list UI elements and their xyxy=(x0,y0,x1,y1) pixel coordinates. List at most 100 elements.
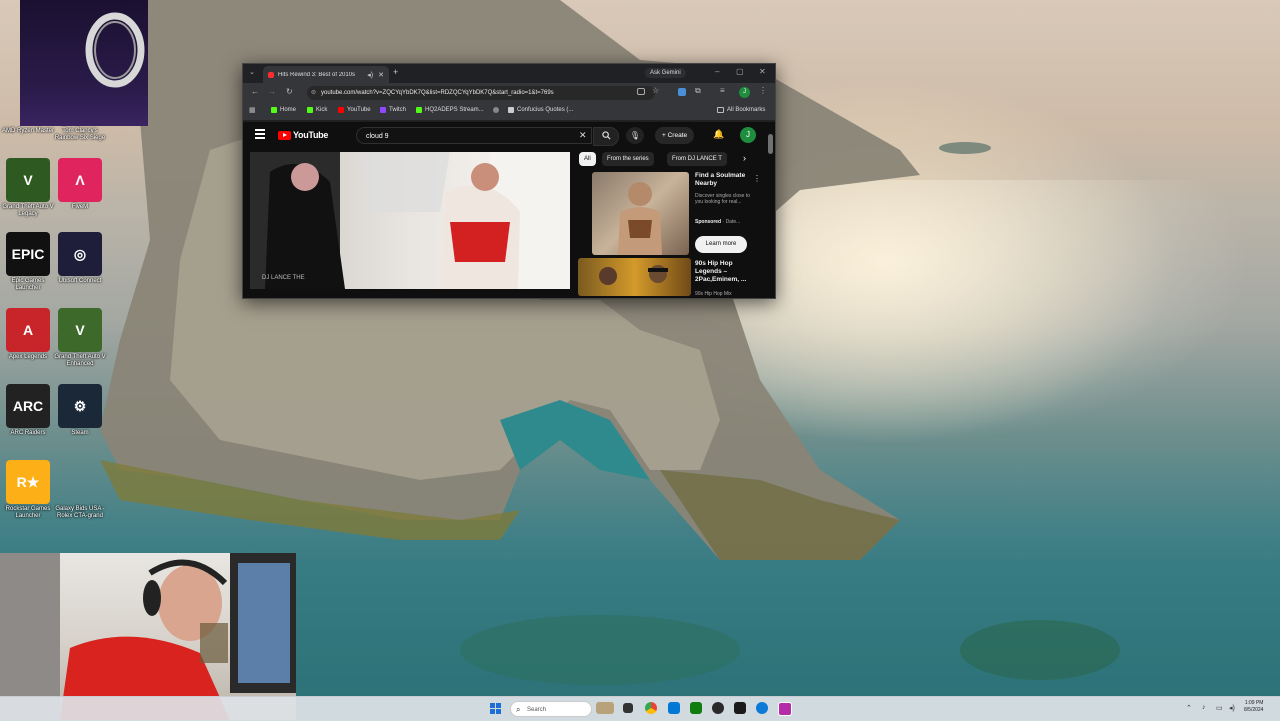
streamer-video xyxy=(0,553,296,720)
rec-channel[interactable]: 90s Hip Hop Mix xyxy=(695,291,732,297)
apps-grid-icon[interactable]: ▦ xyxy=(249,106,256,114)
close-window-icon[interactable]: ✕ xyxy=(759,67,766,76)
desktop-icon[interactable]: ◎ Ubisoft Connect xyxy=(52,232,108,285)
site-info-icon[interactable]: ⊜ xyxy=(311,86,316,100)
terminal-icon[interactable] xyxy=(734,702,746,714)
bookmark-youtube[interactable]: YouTube xyxy=(338,107,371,113)
forward-icon[interactable]: → xyxy=(268,87,276,96)
media-control-icon[interactable]: ≡ xyxy=(720,86,725,95)
desktop-icon[interactable]: ARC ARC Raiders xyxy=(0,384,56,437)
desktop-icon[interactable]: R★ Rockstar Games Launcher xyxy=(0,460,56,520)
maximize-icon[interactable]: ▢ xyxy=(736,67,744,76)
desktop-icon[interactable]: V Grand Theft Auto V Enhanced xyxy=(52,308,108,368)
chevron-right-icon[interactable]: › xyxy=(743,153,746,163)
learn-more-button[interactable]: Learn more xyxy=(695,236,747,253)
reload-icon[interactable]: ↻ xyxy=(286,87,293,96)
address-bar[interactable]: ⊜ youtube.com/watch?v=ZQCYqYbDK7Q&list=R… xyxy=(307,86,655,100)
clear-search-icon[interactable]: ✕ xyxy=(579,130,587,141)
extension-icon[interactable] xyxy=(678,88,686,96)
youtube-favicon-icon xyxy=(268,71,274,78)
cast-icon[interactable] xyxy=(637,88,645,95)
ad-title[interactable]: Find a Soulmate Nearby xyxy=(695,172,751,188)
bookmark-label: Twitch xyxy=(389,107,407,113)
mic-tray-icon[interactable]: ♪ xyxy=(1202,704,1206,711)
youtube-logo[interactable]: YouTube xyxy=(278,130,328,140)
chrome-profile-avatar[interactable]: J xyxy=(739,87,750,98)
video-player[interactable]: DJ LANCE THE xyxy=(250,152,570,289)
guide-menu-icon[interactable] xyxy=(255,129,265,141)
desktop-icon[interactable]: ⚙ Steam xyxy=(52,384,108,437)
tray-chevron-icon[interactable]: ⌃ xyxy=(1186,704,1192,712)
rec-title[interactable]: 90s Hip Hop Legends – 2Pac,Eminem, ... xyxy=(695,260,755,284)
ad-menu-dots-icon[interactable]: ⋮ xyxy=(753,174,761,183)
desktop-icon[interactable]: V Grand Theft Auto V Legacy xyxy=(0,158,56,218)
bookmarks-bar: ▦ Home Kick YouTube Twitch HQ2ADEPS Stre… xyxy=(243,103,775,121)
clock-date: 8/5/2024 xyxy=(1244,707,1264,713)
minimize-icon[interactable]: – xyxy=(715,67,719,76)
edge-icon[interactable] xyxy=(756,702,768,714)
copilot-icon[interactable] xyxy=(668,702,680,714)
obs-icon[interactable] xyxy=(712,702,724,714)
new-tab-button[interactable]: + xyxy=(393,67,398,77)
rec-thumbnail[interactable] xyxy=(578,258,691,296)
taskbar: ⌕ Search ⌃ ♪ ▭ ◂) 1:09 PM 8/5/2024 xyxy=(0,696,1280,721)
bookmark-label: Kick xyxy=(316,107,328,113)
speaker-icon[interactable]: ◂) xyxy=(367,71,373,79)
chrome-icon[interactable] xyxy=(645,702,657,714)
search-icon xyxy=(601,131,611,140)
kick-icon xyxy=(416,107,422,113)
widgets-icon[interactable] xyxy=(596,702,614,714)
create-button[interactable]: + Create xyxy=(655,127,695,144)
network-icon[interactable]: ▭ xyxy=(1216,704,1223,712)
windows-start-icon[interactable] xyxy=(490,703,501,714)
bookmark-kick[interactable]: Kick xyxy=(307,107,327,113)
search-button[interactable] xyxy=(593,127,619,146)
chip-from-channel[interactable]: From DJ LANCE T xyxy=(667,152,727,166)
bookmark-confucius[interactable]: Confucius Quotes (... xyxy=(508,107,573,113)
bookmark-hq2adeps[interactable]: HQ2ADEPS Stream... xyxy=(416,107,484,113)
desktop-icon[interactable]: Λ FiveM xyxy=(52,158,108,211)
youtube-wordmark: YouTube xyxy=(293,130,329,140)
ad-image xyxy=(618,182,662,255)
desktop-icon-label: Ubisoft Connect xyxy=(58,278,102,284)
task-view-icon[interactable] xyxy=(623,703,633,713)
active-app-icon[interactable] xyxy=(778,702,792,716)
ask-gemini-button[interactable]: Ask Gemini xyxy=(645,68,686,78)
app-icon: V xyxy=(58,308,102,352)
ad-thumbnail[interactable] xyxy=(592,172,689,255)
volume-icon[interactable]: ◂) xyxy=(1229,704,1235,712)
menu-dots-icon[interactable]: ⋮ xyxy=(759,86,767,95)
chrome-window: ⌄ Hits Rewind 3: Best of 2010s ◂) ✕ + As… xyxy=(242,63,776,299)
chip-all[interactable]: All xyxy=(579,152,596,166)
taskbar-search[interactable]: ⌕ Search xyxy=(510,701,592,717)
account-avatar[interactable]: J xyxy=(740,127,756,143)
app-icon: EPIC xyxy=(6,232,50,276)
bookmark-globe[interactable] xyxy=(493,107,502,113)
all-bookmarks[interactable]: All Bookmarks xyxy=(717,107,765,113)
notifications-bell-icon[interactable]: 🔔 xyxy=(713,129,724,140)
kick-icon xyxy=(271,107,277,113)
search-input[interactable]: cloud 9 xyxy=(356,127,592,144)
tab-active[interactable]: Hits Rewind 3: Best of 2010s ◂) ✕ xyxy=(263,66,389,83)
toolbar: ← → ↻ ⊜ youtube.com/watch?v=ZQCYqYbDK7Q&… xyxy=(243,83,775,103)
ad-advertiser: · Date... xyxy=(722,219,741,225)
desktop-icon[interactable]: Galaxy Bids USA - Rolex CTA-grand xyxy=(52,460,108,520)
xbox-icon[interactable] xyxy=(690,702,702,714)
folder-icon xyxy=(717,107,724,113)
app-icon: ◎ xyxy=(58,232,102,276)
clock-time: 1:09 PM xyxy=(1244,700,1264,706)
desktop-icon-label: Epic Games Launcher xyxy=(11,278,45,291)
back-icon[interactable]: ← xyxy=(251,87,259,96)
extensions-puzzle-icon[interactable]: ⧉ xyxy=(695,86,701,96)
chip-from-series[interactable]: From the series xyxy=(602,152,654,166)
scrollbar[interactable] xyxy=(768,134,773,154)
clock[interactable]: 1:09 PM 8/5/2024 xyxy=(1244,700,1263,714)
desktop-icon[interactable]: EPIC Epic Games Launcher xyxy=(0,232,56,292)
close-tab-icon[interactable]: ✕ xyxy=(378,71,384,79)
desktop-icon[interactable]: A Apex Legends xyxy=(0,308,56,361)
tab-search-icon[interactable]: ⌄ xyxy=(249,68,255,76)
voice-search-button[interactable]: 🎙 xyxy=(626,127,644,144)
bookmark-twitch[interactable]: Twitch xyxy=(380,107,406,113)
bookmark-star-icon[interactable]: ☆ xyxy=(652,86,659,95)
bookmark-home[interactable]: Home xyxy=(271,107,296,113)
